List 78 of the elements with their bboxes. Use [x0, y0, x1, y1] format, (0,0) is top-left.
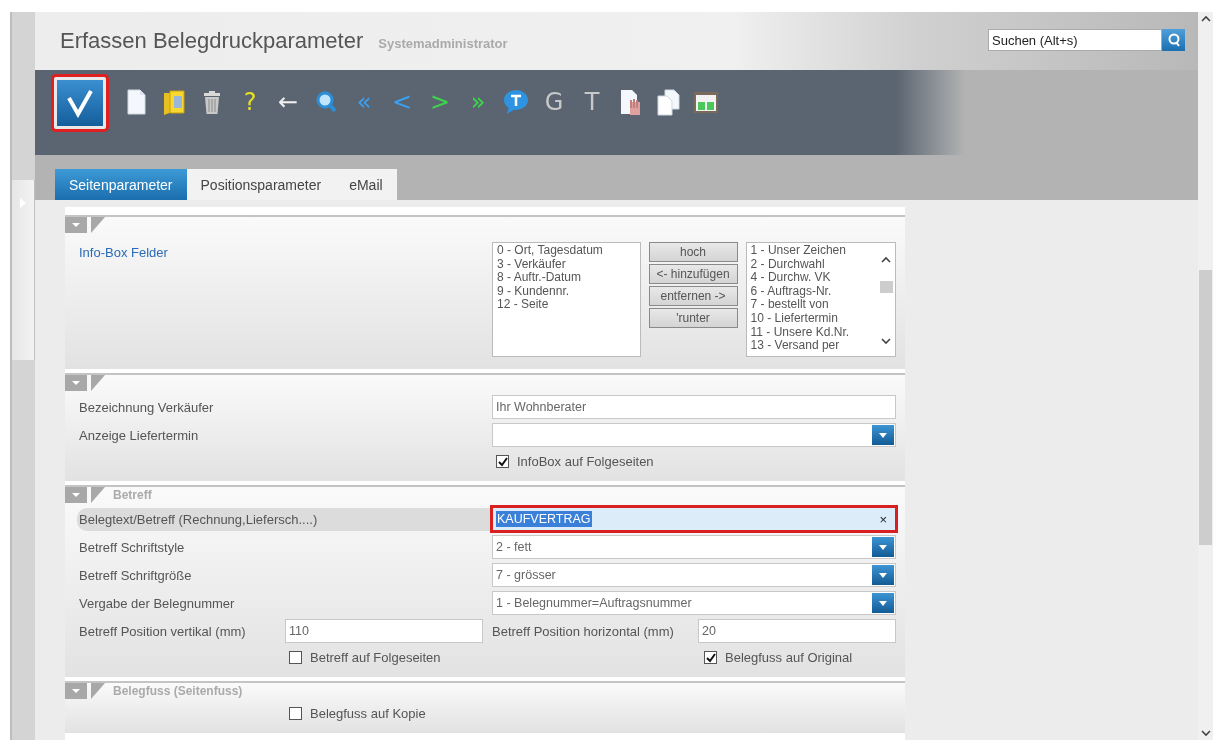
user-name: Systemadministrator: [378, 35, 508, 51]
field-label: Betreff Position horizontal (mm): [492, 622, 675, 641]
checkbox[interactable]: [289, 651, 302, 664]
dropdown-button[interactable]: [872, 425, 894, 445]
field-label: Info-Box Felder: [79, 244, 169, 262]
tab[interactable]: eMail: [335, 169, 397, 200]
toolbar-button[interactable]: G: [540, 88, 568, 116]
input-field[interactable]: 20: [698, 619, 896, 643]
scroll-down-icon[interactable]: [1200, 730, 1211, 737]
page-title: Erfassen Belegdruckparameter: [60, 28, 364, 54]
checkbox[interactable]: [289, 707, 302, 720]
checkbox[interactable]: [704, 651, 717, 664]
chat-bubble-icon[interactable]: [502, 88, 530, 116]
copy-pages-icon[interactable]: [654, 88, 682, 116]
toolbar-button[interactable]: T: [578, 88, 606, 116]
caret-icon[interactable]: [879, 572, 887, 578]
caret-icon[interactable]: [879, 600, 887, 606]
scrollbar-thumb[interactable]: [879, 280, 893, 293]
list-item[interactable]: 13 - Versand per: [750, 339, 877, 353]
scroll-up-icon[interactable]: [1200, 15, 1211, 22]
move-button[interactable]: entfernen ->: [648, 286, 738, 306]
move-button[interactable]: <- hinzufügen: [648, 264, 738, 284]
field-label: Anzeige Liefertermin: [79, 426, 200, 445]
scrollbar[interactable]: [1198, 12, 1213, 740]
dropdown-field[interactable]: [492, 423, 896, 447]
field-label: Bezeichnung Verkäufer: [79, 398, 215, 417]
input-field[interactable]: Ihr Wohnberater: [492, 395, 896, 419]
dropdown-button[interactable]: [872, 593, 894, 613]
list-item[interactable]: 7 - bestellt von: [750, 298, 877, 312]
list-item[interactable]: 12 - Seite: [497, 298, 636, 312]
list-item[interactable]: 11 - Unsere Kd.Nr.: [750, 325, 877, 340]
dropdown-button[interactable]: [872, 537, 894, 557]
move-button[interactable]: 'runter: [648, 308, 738, 328]
toolbar-button[interactable]: ←: [274, 88, 302, 116]
dropdown-field[interactable]: 2 - fett: [492, 535, 896, 559]
dropdown-field[interactable]: 1 - Belegnummer=Auftragsnummer: [492, 591, 896, 615]
scroll-up-icon[interactable]: [881, 256, 891, 263]
list-item[interactable]: 2 - Durchwahl: [750, 257, 877, 272]
caret-icon[interactable]: [879, 432, 887, 438]
tab[interactable]: Seitenparameter: [55, 169, 187, 200]
search-field[interactable]: Suchen (Alt+s): [988, 29, 1162, 51]
field-label: Belegtext/Betreff (Rechnung,Liefersch....): [77, 507, 492, 531]
scrollbar-thumb[interactable]: [1199, 270, 1212, 545]
field-label: Betreff Position vertikal (mm): [79, 622, 247, 641]
field-label: Betreff Schriftgröße: [79, 566, 193, 585]
selected-text: KAUFVERTRAG: [496, 511, 592, 527]
list-item[interactable]: 9 - Kundennr.: [497, 284, 636, 299]
checkbox-label: Betreff auf Folgeseiten: [310, 650, 441, 665]
checkbox[interactable]: [496, 455, 509, 468]
list-item[interactable]: 6 - Auftrags-Nr.: [750, 284, 877, 299]
field-label: Betreff Schriftstyle: [79, 538, 186, 557]
dropdown-field[interactable]: 7 - grösser: [492, 563, 896, 587]
section-title: Belegfuss (Seitenfuss): [113, 684, 243, 698]
list-box[interactable]: 0 - Ort, Tagesdatum 3 - Verkäufer 8 - Auftr.-Datum 9 - Kundennr. 12 - Seite: [492, 242, 641, 357]
caret-icon[interactable]: [879, 544, 887, 550]
input-field[interactable]: KAUFVERTRAG ×: [492, 507, 896, 531]
confirm-button[interactable]: [54, 77, 106, 129]
list-item[interactable]: 0 - Ort, Tagesdatum: [497, 244, 636, 258]
checkbox-label: Belegfuss auf Kopie: [310, 706, 426, 721]
move-button[interactable]: hoch: [648, 242, 738, 262]
panel-handle[interactable]: [12, 180, 35, 360]
section-title: Betreff: [113, 488, 152, 502]
list-box[interactable]: 1 - Unser Zeichen 2 - Durchwahl 4 - Durchw. VK 6 - Auftrags-Nr. 7 - bestellt von 10 - Liefertermin 11 - Unsere Kd.Nr. 13 - Versand per: [745, 242, 896, 357]
checkbox-label: InfoBox auf Folgeseiten: [517, 454, 654, 469]
field-label: Vergabe der Belegnummer: [79, 594, 236, 613]
list-item[interactable]: 1 - Unser Zeichen: [750, 244, 877, 258]
list-item[interactable]: 4 - Durchw. VK: [750, 271, 877, 285]
list-item[interactable]: 10 - Liefertermin: [750, 311, 877, 326]
list-item[interactable]: 3 - Verkäufer: [497, 257, 636, 272]
check-icon[interactable]: [65, 88, 95, 118]
clear-button[interactable]: ×: [879, 511, 887, 527]
scroll-down-icon[interactable]: [881, 338, 891, 345]
list-item[interactable]: 8 - Auftr.-Datum: [497, 271, 636, 285]
dropdown-button[interactable]: [872, 565, 894, 585]
toolbar-button[interactable]: ?: [236, 88, 264, 116]
tab[interactable]: Positionsparameter: [186, 169, 336, 200]
input-field[interactable]: 110: [285, 619, 483, 643]
checkbox-label: Belegfuss auf Original: [725, 650, 853, 665]
